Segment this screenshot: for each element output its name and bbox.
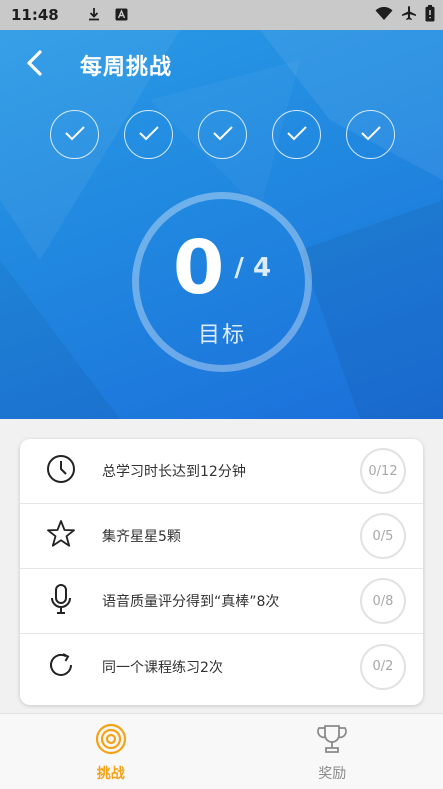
page-title: 每周挑战 (80, 55, 173, 80)
task-text: 集齐星星5颗 (102, 529, 181, 545)
task-list-card: 总学习时长达到12分钟 0/12 集齐星星5颗 0/5 语音质量评分得到“真棒”… (20, 439, 423, 705)
check-icon (64, 125, 86, 145)
weekly-check-row (50, 110, 395, 160)
tab-rewards[interactable]: 奖励 (222, 714, 443, 789)
task-text: 同一个课程练习2次 (102, 659, 223, 676)
list-item: 集齐星星5颗 0/5 (20, 504, 423, 569)
goal-progress-ring: 0 / 4 目标 (132, 192, 312, 372)
goal-count: 0 / 4 (139, 225, 305, 311)
refresh-icon (46, 650, 76, 684)
list-item: 同一个课程练习2次 0/2 (20, 634, 423, 699)
task-progress-badge: 0/5 (360, 513, 406, 559)
tab-label: 奖励 (318, 766, 347, 782)
airplane-icon (401, 5, 417, 25)
trophy-icon (315, 723, 349, 759)
star-icon (46, 519, 76, 553)
goal-total: / 4 (234, 253, 272, 283)
bottom-tab-bar: 挑战 奖励 (0, 713, 443, 789)
clock-icon (46, 454, 76, 488)
day-check-5 (346, 110, 395, 159)
tab-challenge[interactable]: 挑战 (0, 714, 222, 789)
day-check-4 (272, 110, 321, 159)
day-check-2 (124, 110, 173, 159)
day-check-1 (50, 110, 99, 159)
task-progress-badge: 0/2 (360, 643, 406, 690)
wifi-icon (375, 6, 393, 25)
back-button[interactable] (0, 30, 70, 100)
a-notification-icon (115, 6, 128, 25)
task-progress-badge: 0/12 (360, 448, 406, 494)
goal-label: 目标 (197, 323, 246, 348)
microphone-icon (46, 583, 76, 619)
chevron-left-icon (25, 50, 45, 80)
goal-current: 0 (172, 225, 225, 311)
task-text: 语音质量评分得到“真棒”8次 (102, 594, 280, 610)
check-icon (212, 125, 234, 145)
check-icon (360, 125, 382, 145)
battery-icon (425, 4, 435, 26)
task-text: 总学习时长达到12分钟 (102, 464, 246, 480)
status-time: 11:48 (11, 6, 59, 24)
tab-label: 挑战 (96, 766, 125, 782)
status-bar: 11:48 (0, 0, 443, 30)
task-progress-badge: 0/8 (360, 578, 406, 624)
check-icon (138, 125, 160, 145)
list-item: 语音质量评分得到“真棒”8次 0/8 (20, 569, 423, 634)
app-bar: 每周挑战 (0, 30, 443, 100)
check-icon (286, 125, 308, 145)
download-icon (87, 6, 101, 25)
day-check-3 (198, 110, 247, 159)
list-item: 总学习时长达到12分钟 0/12 (20, 439, 423, 504)
target-icon (95, 723, 127, 759)
